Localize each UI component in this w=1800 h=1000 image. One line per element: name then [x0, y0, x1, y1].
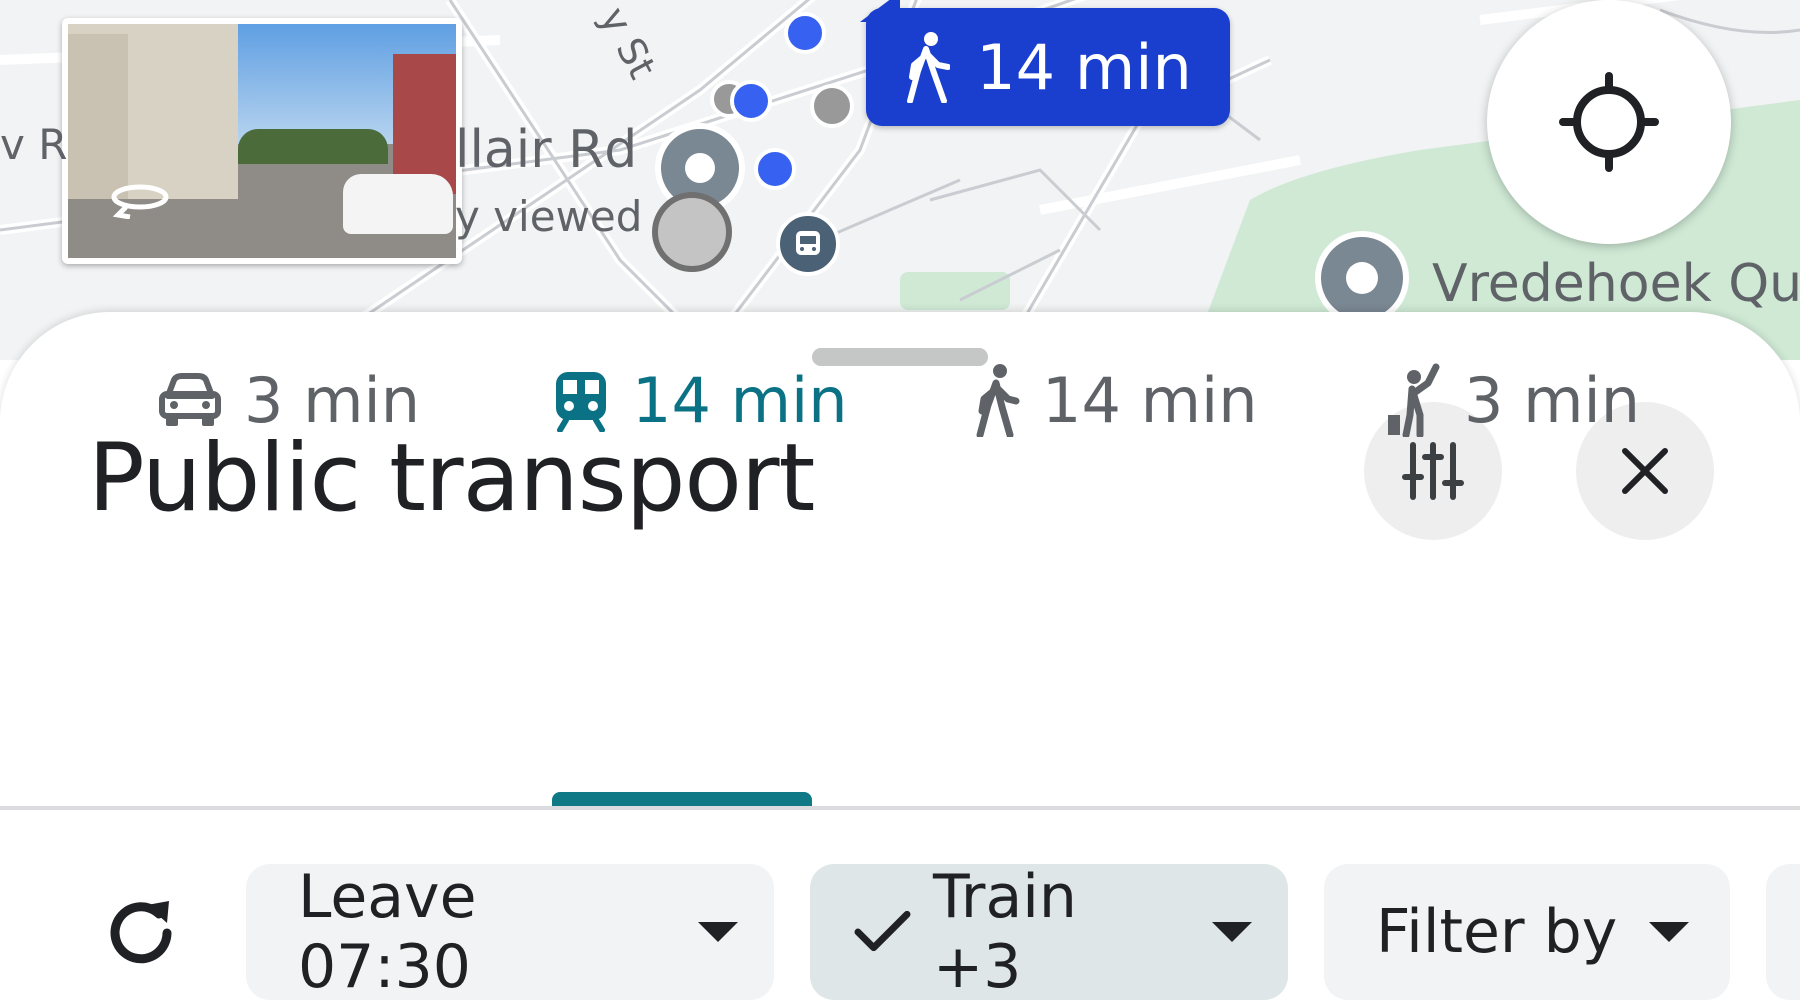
- tab-transit[interactable]: 14 min: [552, 340, 848, 460]
- streetview-building-left-2: [68, 34, 128, 199]
- tab-drive-label: 3 min: [244, 363, 421, 437]
- train-icon: [556, 372, 606, 432]
- tab-rideshare-label: 3 min: [1464, 363, 1641, 437]
- tab-walk-label: 14 min: [1042, 363, 1258, 437]
- streetview-trees: [238, 129, 388, 164]
- walk-duration-label: 14 min: [976, 30, 1192, 104]
- selected-tab-indicator: [552, 792, 812, 806]
- destination-dot: [652, 192, 732, 272]
- refresh-button[interactable]: [96, 888, 186, 978]
- my-location-button[interactable]: [1487, 0, 1731, 244]
- tab-walk[interactable]: 14 min: [972, 340, 1258, 460]
- route-dot: [810, 84, 854, 128]
- route-dot: [784, 12, 826, 54]
- recently-viewed-label: y viewed: [455, 192, 643, 241]
- route-dot: [754, 148, 796, 190]
- caret-down-icon: [1649, 922, 1690, 942]
- streetview-car: [343, 174, 453, 234]
- transit-mode-chip[interactable]: Train +3: [810, 862, 1288, 1000]
- crosshair-icon: [1559, 72, 1659, 172]
- app-root: v R llair Rd y St y viewed 14 min Vredeh…: [0, 0, 1800, 1000]
- check-icon: [854, 910, 911, 952]
- caret-down-icon: [1212, 922, 1252, 942]
- walk-duration-bubble[interactable]: 14 min: [860, 0, 1230, 126]
- rotate-360-icon: [111, 184, 169, 219]
- street-label: llair Rd: [455, 120, 638, 180]
- next-chip-partial[interactable]: [1766, 864, 1800, 1000]
- hailing-person-icon: [1388, 363, 1440, 437]
- tabs-divider: [0, 806, 1800, 810]
- filter-by-chip[interactable]: Filter by: [1324, 864, 1730, 1000]
- map-view[interactable]: v R llair Rd y St y viewed 14 min Vredeh…: [0, 0, 1800, 360]
- filter-by-label: Filter by: [1376, 897, 1618, 967]
- route-dot: [730, 80, 772, 122]
- tab-drive[interactable]: 3 min: [158, 340, 420, 460]
- streetview-building-right: [393, 54, 456, 194]
- transit-mode-label: Train +3: [932, 862, 1077, 1000]
- walking-person-icon: [976, 364, 1020, 437]
- street-label: v R: [0, 120, 68, 169]
- car-icon: [159, 373, 221, 426]
- leave-time-chip[interactable]: Leave 07:30: [246, 862, 774, 1000]
- leave-time-label: Leave 07:30: [298, 862, 477, 1000]
- walking-person-icon: [907, 32, 951, 103]
- refresh-icon: [110, 901, 172, 964]
- tab-transit-label: 14 min: [632, 363, 848, 437]
- bus-stop-icon[interactable]: [776, 212, 840, 276]
- caret-down-icon: [698, 922, 738, 942]
- tab-rideshare[interactable]: 3 min: [1384, 340, 1640, 460]
- bus-icon: [796, 231, 820, 255]
- streetview-thumbnail[interactable]: [62, 18, 462, 264]
- place-label[interactable]: Vredehoek Qu: [1432, 254, 1800, 314]
